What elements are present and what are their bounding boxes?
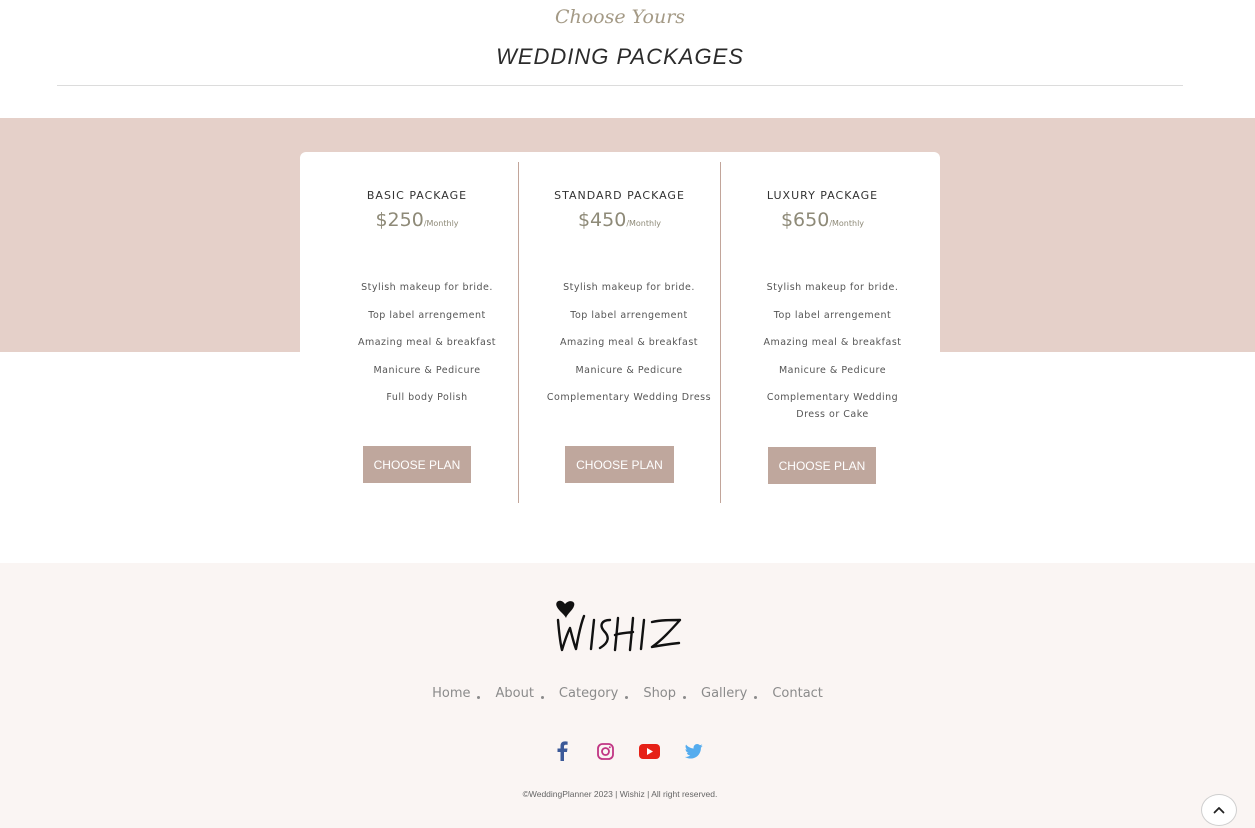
footer-link-category[interactable]: Category: [559, 686, 618, 701]
feature-item: Top label arrengement: [773, 309, 892, 321]
price-period: /Monthly: [829, 219, 865, 228]
plan-standard: STANDARD PACKAGE $450/Monthly Stylish ma…: [519, 152, 720, 514]
feature-item: Amazing meal & breakfast: [763, 337, 902, 348]
nav-separator-dot: [625, 696, 629, 699]
feature-item: Full body Polish: [386, 392, 468, 403]
pricing-card: BASIC PACKAGE $250/Monthly Stylish makeu…: [300, 152, 940, 514]
copyright-text: ©WeddingPlanner 2023 | Wishiz | All righ…: [522, 789, 718, 799]
plan-price: $250/Monthly: [312, 209, 522, 231]
twitter-icon[interactable]: [683, 740, 705, 762]
plan-name: STANDARD PACKAGE: [554, 189, 685, 202]
nav-separator-dot: [683, 696, 687, 699]
plan-luxury: LUXURY PACKAGE $650/Monthly Stylish make…: [721, 152, 924, 514]
footer-link-gallery[interactable]: Gallery: [701, 686, 747, 701]
choose-plan-button-luxury[interactable]: CHOOSE PLAN: [768, 447, 876, 484]
feature-item: Stylish makeup for bride.: [563, 282, 695, 293]
feature-item: Manicure & Pedicure: [575, 364, 683, 376]
feature-item: Top label arrengement: [570, 309, 688, 321]
feature-list: Stylish makeup for bride. Top label arre…: [312, 279, 542, 417]
feature-item: Top label arrengement: [368, 309, 486, 321]
price-amount: $650: [780, 209, 830, 231]
section-header: Choose Yours WEDDING PACKAGES: [0, 0, 1255, 118]
youtube-icon[interactable]: [639, 740, 661, 762]
facebook-icon[interactable]: [551, 740, 573, 762]
feature-item: Manicure & Pedicure: [373, 364, 481, 376]
price-amount: $250: [375, 209, 424, 231]
feature-item: Stylish makeup for bride.: [766, 282, 899, 293]
instagram-icon[interactable]: [595, 740, 617, 762]
section-kicker: Choose Yours: [554, 6, 686, 28]
feature-item: Complementary Wedding Dress: [546, 392, 712, 403]
plan-basic: BASIC PACKAGE $250/Monthly Stylish makeu…: [312, 152, 522, 514]
plan-name: BASIC PACKAGE: [366, 189, 468, 202]
feature-item: Amazing meal & breakfast: [559, 337, 698, 348]
section-title: WEDDING PACKAGES: [496, 44, 744, 69]
footer-link-contact[interactable]: Contact: [772, 686, 823, 701]
wishiz-logo[interactable]: [553, 598, 683, 654]
plan-price: $450/Monthly: [519, 209, 720, 231]
plan-name: LUXURY PACKAGE: [766, 189, 879, 202]
plan-price: $650/Monthly: [721, 209, 924, 231]
choose-plan-button-standard[interactable]: CHOOSE PLAN: [565, 446, 674, 483]
feature-list: Stylish makeup for bride. Top label arre…: [529, 279, 729, 417]
nav-separator-dot: [754, 696, 758, 699]
chevron-up-icon: [1213, 807, 1225, 814]
nav-separator-dot: [477, 696, 481, 699]
feature-item: Manicure & Pedicure: [778, 364, 887, 376]
footer-link-home[interactable]: Home: [432, 686, 470, 701]
nav-separator-dot: [540, 696, 544, 699]
feature-item: Amazing meal & breakfast: [357, 337, 496, 348]
price-amount: $450: [577, 209, 627, 231]
choose-plan-button-basic[interactable]: CHOOSE PLAN: [363, 446, 471, 483]
feature-item: Complementary Wedding Dress or Cake: [766, 392, 899, 420]
feature-list: Stylish makeup for bride. Top label arre…: [754, 279, 911, 434]
footer-nav: Home About Category Shop Gallery Contact: [0, 686, 1255, 701]
social-links: [0, 740, 1255, 762]
scroll-to-top-button[interactable]: [1201, 794, 1237, 826]
feature-item: Stylish makeup for bride.: [361, 282, 493, 293]
price-period: /Monthly: [423, 219, 459, 228]
title-divider: [57, 85, 1183, 86]
price-period: /Monthly: [626, 219, 662, 228]
footer-link-about[interactable]: About: [495, 686, 533, 701]
footer-link-shop[interactable]: Shop: [643, 686, 676, 701]
